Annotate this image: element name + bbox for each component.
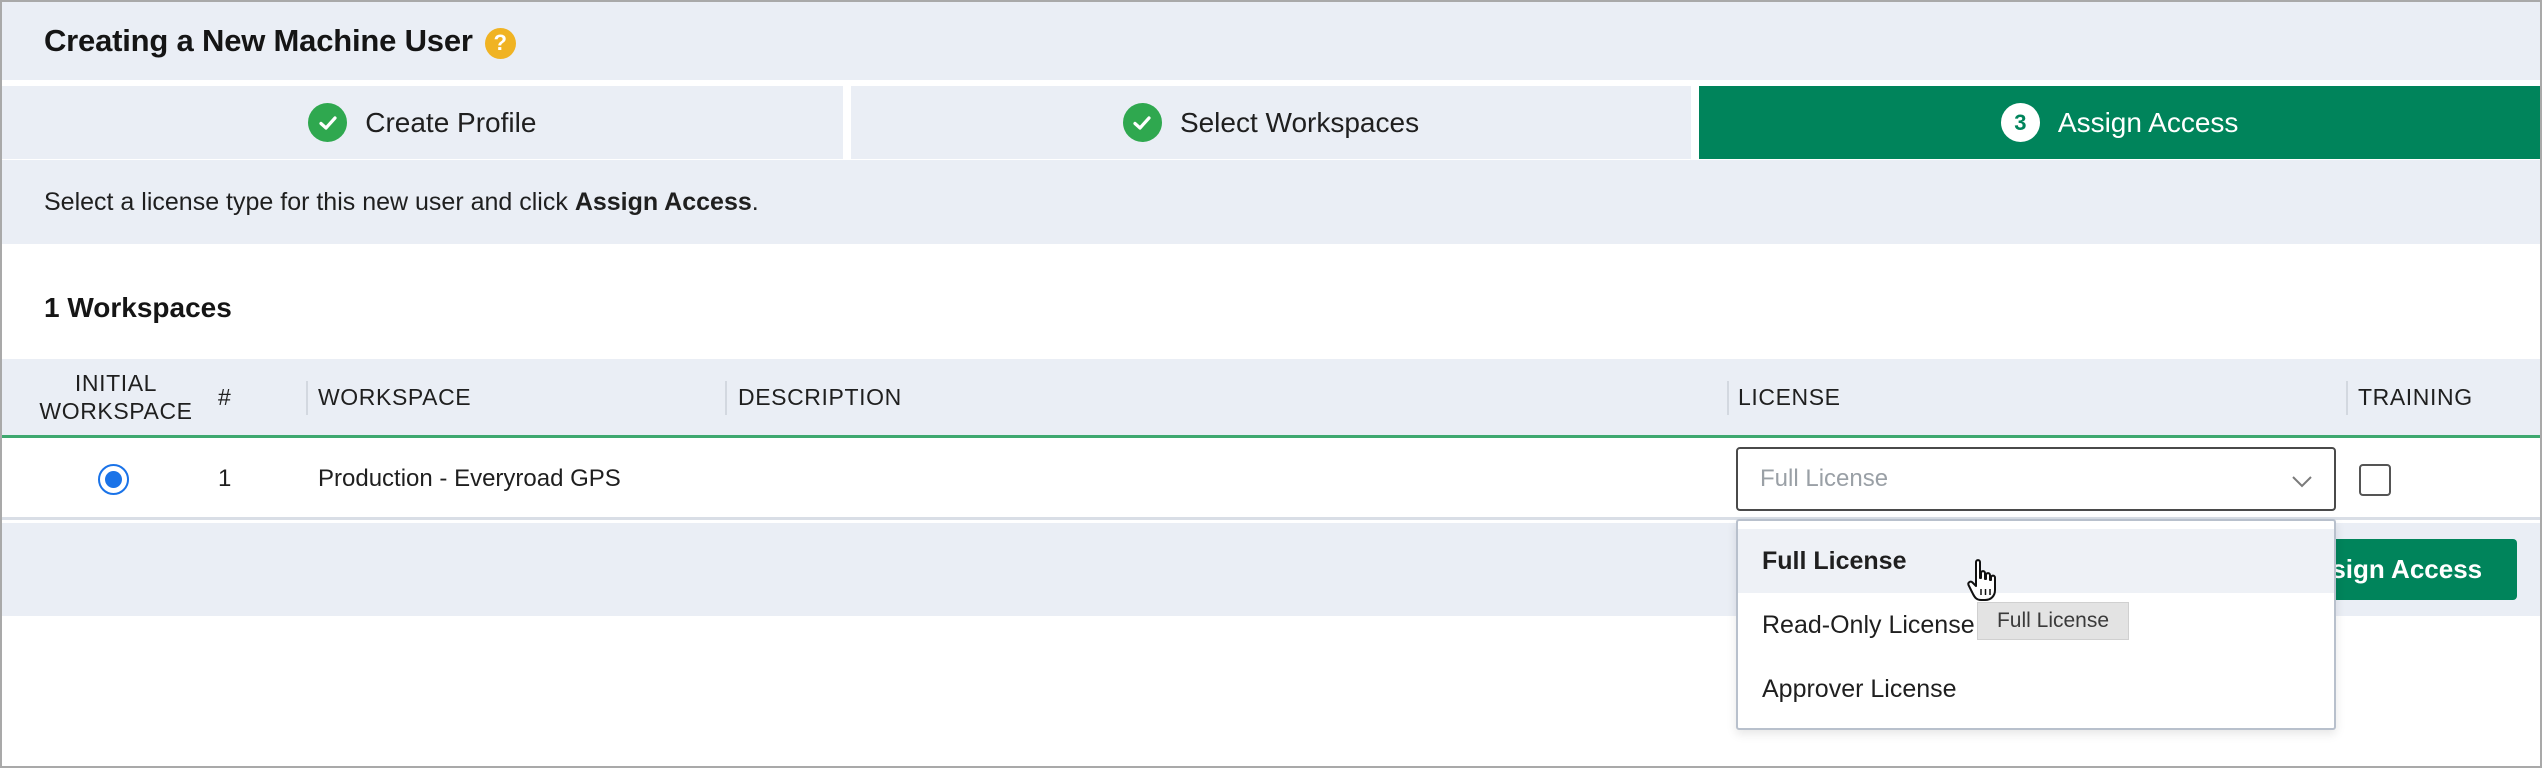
check-circle-icon (308, 103, 348, 142)
step-assign-access[interactable]: 3 Assign Access (1699, 86, 2541, 159)
col-description: DESCRIPTION (738, 383, 902, 410)
col-training: TRAINING (2358, 383, 2473, 410)
license-option-full[interactable]: Full License (1738, 529, 2334, 593)
radio-button[interactable] (98, 463, 129, 495)
page-header: Creating a New Machine User ? (2, 2, 2540, 80)
column-divider (1727, 381, 1729, 415)
step-number-badge: 3 (2000, 103, 2040, 142)
step-label: Select Workspaces (1179, 106, 1420, 138)
column-divider (306, 381, 308, 415)
instruction-emphasis: Assign Access (574, 187, 752, 216)
col-license: LICENSE (1738, 383, 1841, 410)
row-number: 1 (218, 465, 232, 492)
training-checkbox[interactable] (2359, 464, 2391, 496)
col-workspace: WORKSPACE (318, 383, 472, 410)
help-icon[interactable]: ? (484, 27, 516, 59)
step-create-profile[interactable]: Create Profile (2, 86, 843, 159)
col-number: # (218, 383, 232, 410)
step-select-workspaces[interactable]: Select Workspaces (850, 86, 1692, 159)
check-circle-icon (1122, 103, 1162, 142)
step-label: Create Profile (365, 106, 537, 138)
chevron-down-icon (2292, 476, 2312, 488)
option-tooltip: Full License (1977, 602, 2129, 640)
column-divider (2346, 381, 2348, 415)
col-initial-workspace: INITIAL WORKSPACE (39, 370, 193, 424)
license-select-value: Full License (1760, 465, 1889, 492)
initial-workspace-radio[interactable] (98, 438, 129, 520)
hand-pointer-icon (1967, 559, 1996, 601)
row-workspace-name: Production - Everyroad GPS (318, 465, 621, 492)
license-option-approver[interactable]: Approver License (1738, 657, 2334, 721)
instruction-text: Select a license type for this new user … (44, 187, 575, 216)
step-label: Assign Access (2057, 106, 2239, 138)
workspace-count: 1 Workspaces (44, 292, 232, 323)
page-title: Creating a New Machine User (44, 23, 473, 58)
wizard-stepper: Create Profile Select Workspaces 3 Assig… (2, 86, 2541, 159)
license-select[interactable]: Full License (1736, 447, 2336, 511)
instruction-suffix: . (751, 187, 759, 216)
table-header: INITIAL WORKSPACE # WORKSPACE DESCRIPTION… (2, 359, 2540, 438)
radio-selected-dot (105, 470, 122, 488)
instruction-banner: Select a license type for this new user … (2, 160, 2540, 244)
column-divider (725, 381, 727, 415)
